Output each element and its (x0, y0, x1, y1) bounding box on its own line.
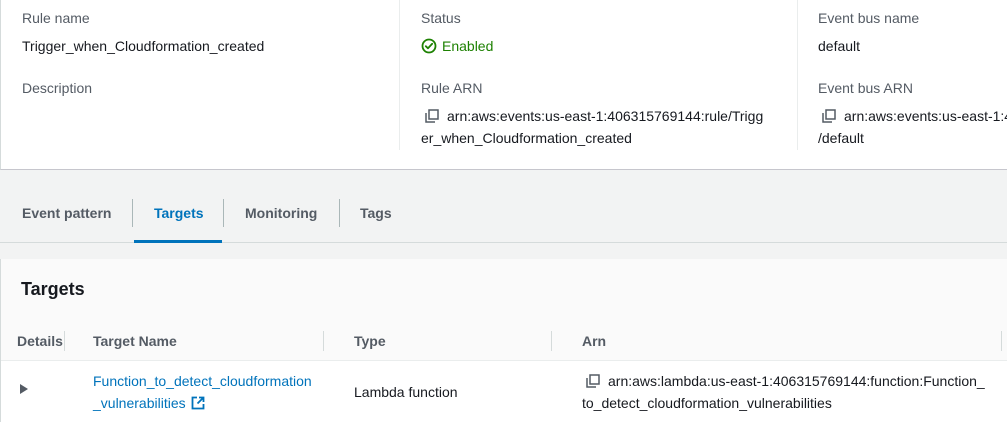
check-circle-icon (421, 38, 437, 54)
targets-panel: Targets Details Target Name Type Arn Fun… (0, 259, 1007, 422)
column-divider (797, 0, 798, 150)
tab-targets[interactable]: Targets (154, 186, 204, 241)
active-tab-indicator (134, 240, 222, 243)
event-bus-arn-text-1: arn:aws:events:us-east-1:406315769144:ev… (844, 108, 1007, 124)
target-name-cell: Function_to_detect_cloudformation _vulne… (93, 370, 312, 414)
event-bus-arn-label: Event bus ARN (818, 80, 913, 96)
details-column-2: Status Enabled Rule ARN arn:aws:events:u… (421, 0, 776, 150)
targets-table-header: Details Target Name Type Arn (1, 323, 1007, 361)
description-label: Description (22, 80, 93, 96)
column-divider (399, 0, 400, 150)
targets-header: Targets (1, 259, 1007, 324)
status-text: Enabled (442, 38, 494, 54)
tab-separator (339, 199, 340, 227)
rule-tabs: Event pattern Targets Monitoring Tags (0, 186, 1007, 243)
status-value: Enabled (421, 38, 493, 54)
column-resizer[interactable] (551, 331, 552, 351)
details-column-3: Event bus name default Event bus ARN arn… (818, 0, 1007, 150)
rule-arn-line-1: arn:aws:events:us-east-1:406315769144:ru… (425, 105, 763, 127)
copy-icon[interactable] (586, 374, 600, 388)
rule-name-label: Rule name (22, 10, 90, 26)
column-header-details: Details (17, 333, 63, 349)
target-type-cell: Lambda function (354, 384, 458, 400)
targets-title: Targets (21, 279, 85, 299)
tab-monitoring[interactable]: Monitoring (245, 186, 317, 241)
rule-details-panel: Rule name Trigger_when_Cloudformation_cr… (0, 0, 1007, 170)
target-name-link[interactable]: Function_to_detect_cloudformation (93, 373, 312, 389)
rule-arn-line-2: er_when_Cloudformation_created (421, 130, 632, 146)
target-name-link-continued[interactable]: _vulnerabilities (93, 392, 186, 414)
column-resizer[interactable] (64, 331, 65, 351)
status-label: Status (421, 10, 461, 26)
tab-separator (223, 199, 224, 227)
target-arn-text-1: arn:aws:lambda:us-east-1:406315769144:fu… (608, 373, 985, 389)
column-header-target-name[interactable]: Target Name (93, 323, 177, 360)
rule-arn-text-1: arn:aws:events:us-east-1:406315769144:ru… (447, 108, 764, 124)
rule-arn-label: Rule ARN (421, 80, 483, 96)
tab-separator (132, 199, 133, 227)
tab-tags[interactable]: Tags (360, 186, 392, 241)
caret-right-icon[interactable] (20, 384, 28, 394)
external-link-icon[interactable] (191, 396, 205, 410)
copy-icon[interactable] (822, 109, 836, 123)
target-arn-text-2: to_detect_cloudformation_vulnerabilities (582, 395, 832, 411)
column-header-arn[interactable]: Arn (582, 323, 606, 360)
copy-icon[interactable] (425, 109, 439, 123)
column-resizer[interactable] (1001, 331, 1002, 351)
event-bus-arn-line-2: /default (818, 130, 864, 146)
tab-event-pattern[interactable]: Event pattern (22, 186, 111, 241)
column-resizer[interactable] (323, 331, 324, 351)
event-bus-name-value: default (818, 38, 861, 54)
event-bus-arn-line-1: arn:aws:events:us-east-1:406315769144:ev… (822, 105, 1007, 127)
table-row: Function_to_detect_cloudformation _vulne… (1, 360, 1007, 422)
target-arn-cell: arn:aws:lambda:us-east-1:406315769144:fu… (582, 370, 985, 414)
event-bus-name-label: Event bus name (818, 10, 920, 26)
details-column-1: Rule name Trigger_when_Cloudformation_cr… (22, 0, 392, 150)
rule-name-value: Trigger_when_Cloudformation_created (22, 38, 265, 54)
column-header-type[interactable]: Type (354, 323, 386, 360)
